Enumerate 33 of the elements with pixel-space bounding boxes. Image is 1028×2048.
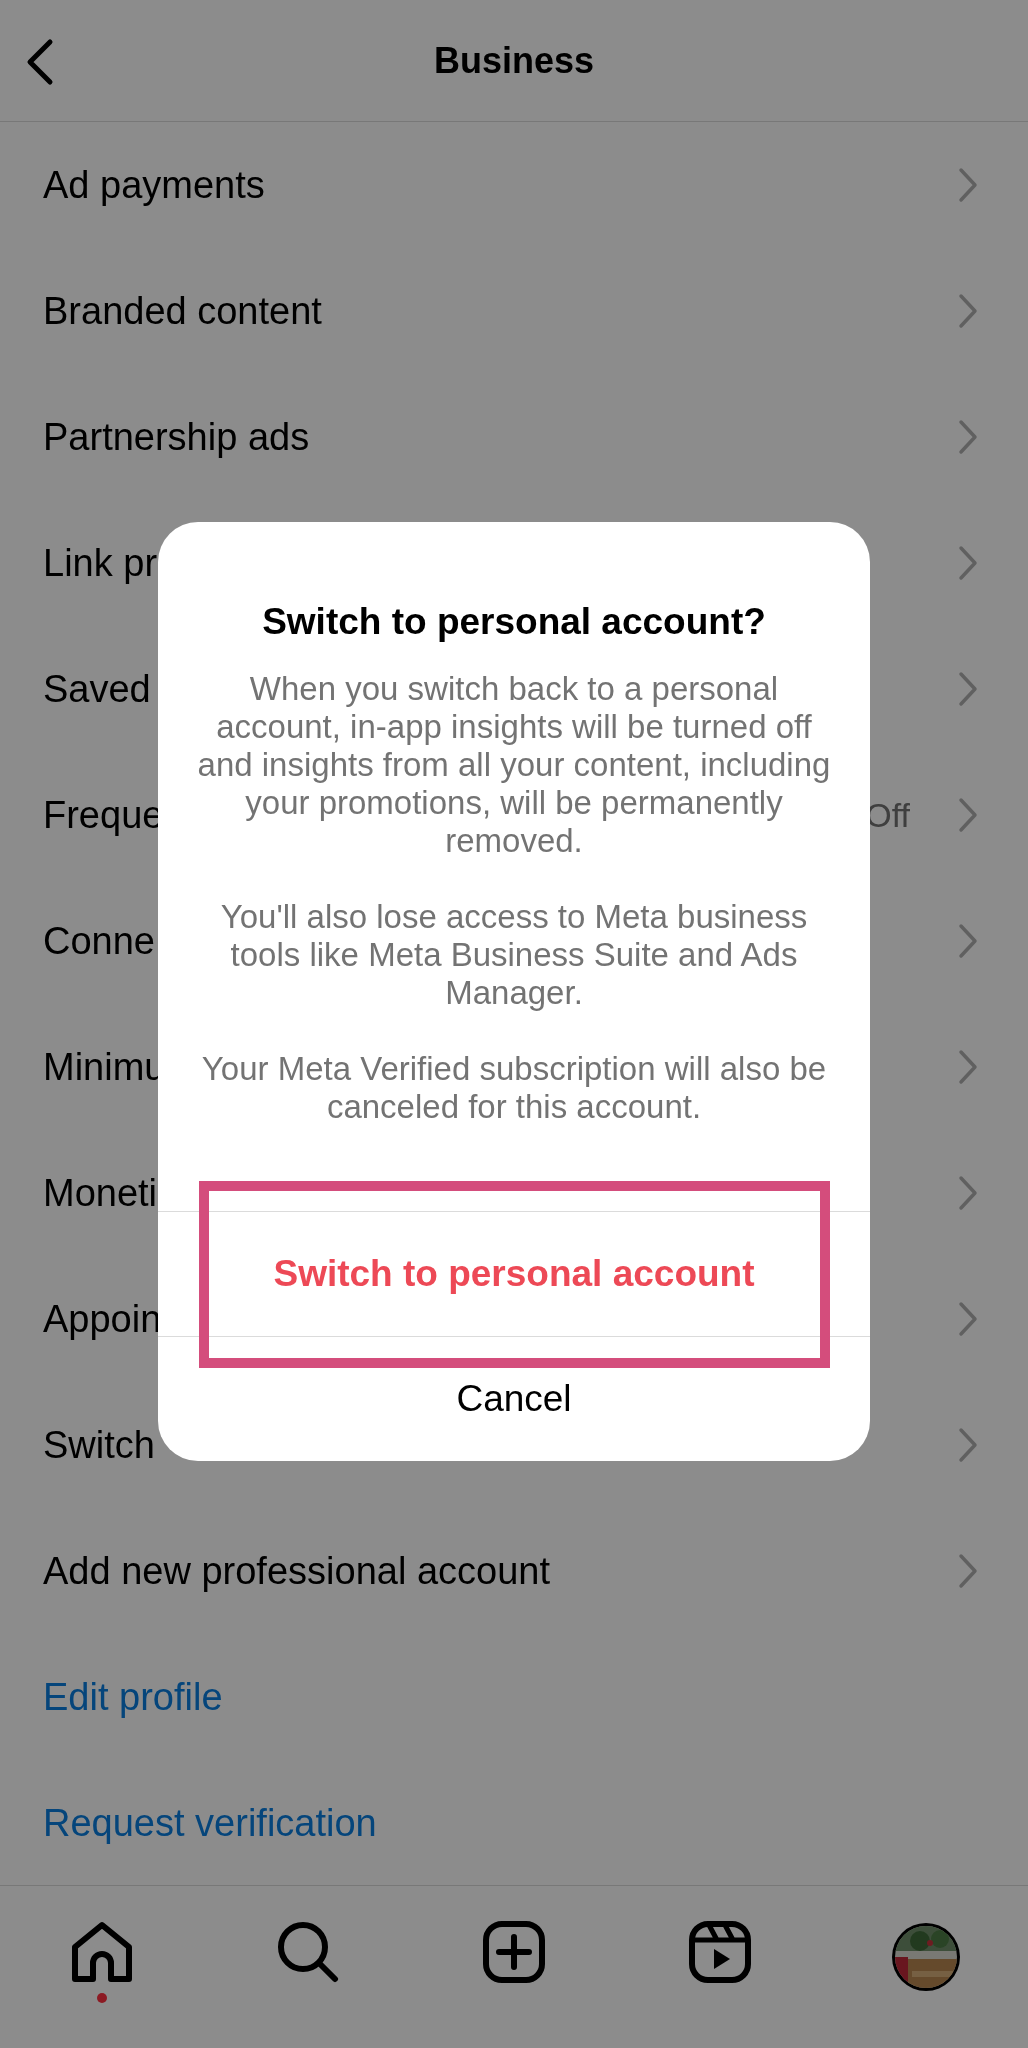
chevron-icon <box>958 1427 978 1463</box>
video-icon[interactable] <box>689 1921 751 1983</box>
home-icon[interactable] <box>71 1921 133 1983</box>
chevron-icon <box>958 167 978 203</box>
row-label[interactable]: Switch <box>43 1416 155 1474</box>
dialog-title: Switch to personal account? <box>262 600 766 644</box>
chevron-icon <box>958 419 978 455</box>
page-title: Business <box>433 38 595 83</box>
row-label[interactable]: Add new professional account <box>43 1542 550 1600</box>
avatar[interactable] <box>890 1921 962 1993</box>
highlighted-button[interactable]: Switch to personal account <box>198 1180 830 1368</box>
chevron-icon <box>958 797 978 833</box>
chevron-icon <box>958 1553 978 1589</box>
row-label[interactable]: Conne <box>43 912 155 970</box>
chevron-icon <box>958 671 978 707</box>
chevron-icon <box>958 545 978 581</box>
row-label[interactable]: Partnership ads <box>43 408 310 466</box>
chevron-icon <box>958 1175 978 1211</box>
row-label[interactable]: Appoin <box>43 1290 162 1348</box>
row-label[interactable]: Branded content <box>43 282 322 340</box>
row-label[interactable]: Moneti <box>43 1164 158 1222</box>
chevron-icon <box>958 1301 978 1337</box>
search-icon[interactable] <box>277 1921 339 1983</box>
dialog-message: When you switch back to a personal account, in-app insights will be turned off and insights from all your content, including your promotions, will be permanently removed. <box>196 670 832 860</box>
row-label[interactable]: Saved <box>43 660 151 718</box>
row-label[interactable]: Link pr <box>43 534 158 592</box>
dialog-message: Your Meta Verified subscription will also be canceled for this account. <box>200 1050 828 1126</box>
chevron-icon <box>958 1049 978 1085</box>
chevron-icon <box>958 293 978 329</box>
row-label[interactable]: Ad payments <box>43 156 265 214</box>
dialog-message: You'll also lose access to Meta business tools like Meta Business Suite and Ads Manager. <box>219 898 809 1012</box>
add-icon[interactable] <box>483 1921 545 1983</box>
chevron-icon <box>958 923 978 959</box>
